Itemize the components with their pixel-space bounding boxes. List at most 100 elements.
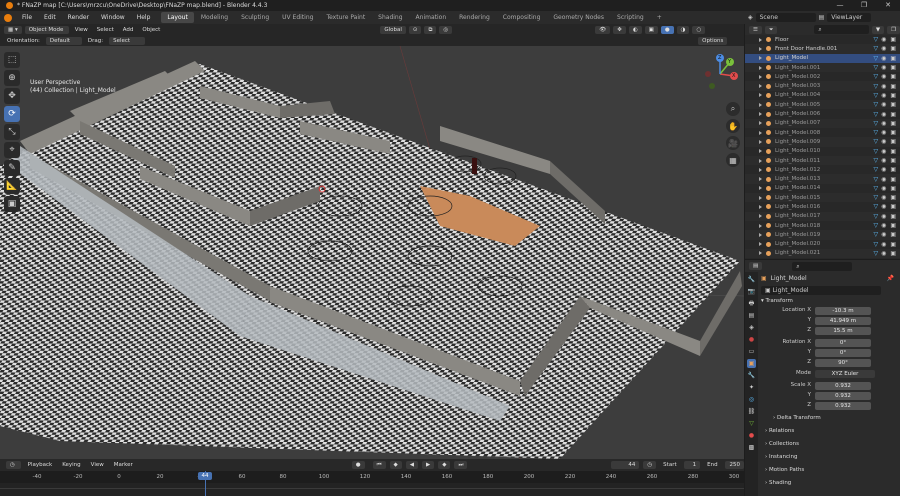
physics-tab-icon[interactable]: ◎ [747,395,756,404]
relations-panel[interactable]: › Relations [755,426,794,437]
close-button[interactable]: ✕ [876,0,900,11]
motion-paths-panel[interactable]: › Motion Paths [755,465,804,476]
scale-x-field[interactable]: 0.932 [815,382,871,390]
snap-icon[interactable]: ⧉ [424,25,437,34]
visibility-eye-icon[interactable]: ◉ [881,36,886,43]
texture-tab-icon[interactable]: ▩ [747,443,756,452]
properties-search-input[interactable]: ⌕ [792,261,853,271]
object-name-field[interactable]: ▣ Light_Model [761,285,881,295]
shading-material-icon[interactable]: ◑ [676,25,690,34]
outliner-row[interactable]: Front Door Handle.001 ▽ ◉ ▣ [745,44,900,54]
visibility-eye-icon[interactable]: ◉ [881,176,886,183]
outliner-row[interactable]: Light_Model.012 ▽ ◉ ▣ [745,165,900,174]
timeline-scrollbar[interactable] [0,488,744,489]
outliner-row[interactable]: Light_Model.015 ▽ ◉ ▣ [745,193,900,203]
visibility-eye-icon[interactable]: ◉ [881,129,886,136]
render-camera-icon[interactable]: ▣ [890,241,896,248]
transform-tool-icon[interactable]: ⌖ [4,142,20,158]
annotate-tool-icon[interactable]: ✎ [4,160,20,176]
modifier-icon[interactable]: ▽ [873,120,878,127]
gizmo-toggle-icon[interactable]: ✥ [613,25,626,34]
location-z-field[interactable]: 15.5 m [815,327,871,335]
blender-menu-icon[interactable] [4,13,12,22]
render-camera-icon[interactable]: ▣ [890,55,896,62]
expand-arrow-icon[interactable] [759,121,762,126]
tab-texture-paint[interactable]: Texture Paint [320,12,371,23]
menu-help[interactable]: Help [132,11,156,24]
modifier-icon[interactable]: ▽ [873,166,878,173]
jump-end-icon[interactable]: ⏭ [454,461,468,469]
visibility-icon[interactable]: 👁 [595,25,611,34]
menu-object[interactable]: Object [139,26,163,34]
modifier-icon[interactable]: ▽ [873,222,878,229]
viewport-scene[interactable] [0,46,744,459]
expand-arrow-icon[interactable] [759,195,762,200]
tab-rendering[interactable]: Rendering [453,12,496,23]
character-model[interactable] [472,158,477,174]
tab-geometry-nodes[interactable]: Geometry Nodes [547,12,610,23]
render-camera-icon[interactable]: ▣ [890,176,896,183]
menu-edit[interactable]: Edit [39,11,61,24]
visibility-eye-icon[interactable]: ◉ [881,92,886,99]
xray-toggle-icon[interactable]: ▣ [644,25,658,34]
visibility-eye-icon[interactable]: ◉ [881,166,886,173]
add-cube-tool-icon[interactable]: ▣ [4,196,20,212]
current-frame-field[interactable]: 44 [611,461,640,469]
expand-arrow-icon[interactable] [759,204,762,209]
visibility-eye-icon[interactable]: ◉ [881,73,886,80]
render-camera-icon[interactable]: ▣ [890,64,896,71]
render-camera-icon[interactable]: ▣ [890,73,896,80]
render-tab-icon[interactable]: 📷 [747,287,756,296]
modifier-icon[interactable]: ▽ [873,55,878,62]
expand-arrow-icon[interactable] [759,167,762,172]
outliner-row[interactable]: Light_Model.018 ▽ ◉ ▣ [745,221,900,230]
collection-tab-icon[interactable]: ▭ [747,347,756,356]
view-layer-tab-icon[interactable]: ▤ [747,311,756,320]
modifier-icon[interactable]: ▽ [873,194,878,201]
outliner-row[interactable]: Light_Model.010 ▽ ◉ ▣ [745,147,900,156]
render-camera-icon[interactable]: ▣ [890,166,896,173]
visibility-eye-icon[interactable]: ◉ [881,83,886,90]
render-camera-icon[interactable]: ▣ [890,92,896,99]
outliner-row[interactable]: Floor ▽ ◉ ▣ [745,35,900,44]
tab-layout[interactable]: Layout [161,12,194,23]
timeline-ruler[interactable]: -40-200204060801001201401601802002202402… [0,471,744,483]
mode-dropdown[interactable]: Object Mode [24,25,69,34]
view-layer-field[interactable]: ViewLayer [827,13,872,22]
navigation-gizmo[interactable]: X Y Z [700,54,740,94]
next-keyframe-icon[interactable]: ◆ [438,461,451,469]
tab-modeling[interactable]: Modeling [195,12,234,23]
keying-menu[interactable]: Keying [59,461,83,469]
modifier-icon[interactable]: ▽ [873,176,878,183]
play-icon[interactable]: ▶ [421,461,435,469]
render-camera-icon[interactable]: ▣ [890,250,896,257]
expand-arrow-icon[interactable] [759,177,762,182]
scene-tab-icon[interactable]: ◈ [747,323,756,332]
outliner-row[interactable]: Light_Model.014 ▽ ◉ ▣ [745,184,900,193]
preview-range-icon[interactable]: ◷ [643,461,657,469]
add-workspace-button[interactable]: + [651,12,668,23]
outliner-row[interactable]: Light_Model ▽ ◉ ▣ [745,53,900,63]
outliner-row[interactable]: Light_Model.002 ▽ ◉ ▣ [745,72,900,81]
shading-solid-icon[interactable]: ● [660,25,674,34]
render-camera-icon[interactable]: ▣ [890,120,896,127]
render-camera-icon[interactable]: ▣ [890,222,896,229]
render-camera-icon[interactable]: ▣ [890,148,896,155]
orientation-dropdown[interactable]: Global [380,25,406,34]
tab-scripting[interactable]: Scripting [611,12,650,23]
expand-arrow-icon[interactable] [759,149,762,154]
timeline-track-area[interactable] [0,483,744,496]
outliner-row[interactable]: Light_Model.020 ▽ ◉ ▣ [745,240,900,249]
render-camera-icon[interactable]: ▣ [890,36,896,43]
modifier-icon[interactable]: ▽ [873,45,878,52]
modifier-icon[interactable]: ▽ [873,129,878,136]
data-tab-icon[interactable]: ▽ [747,419,756,428]
auto-keying-icon[interactable]: ● [351,461,365,469]
modifier-icon[interactable]: ▽ [873,83,878,90]
expand-arrow-icon[interactable] [759,214,762,219]
modifier-icon[interactable]: ▽ [873,148,878,155]
visibility-eye-icon[interactable]: ◉ [881,45,886,52]
visibility-eye-icon[interactable]: ◉ [881,241,886,248]
filter-icon[interactable]: ⏷ [764,25,778,34]
modifier-icon[interactable]: ▽ [873,213,878,220]
